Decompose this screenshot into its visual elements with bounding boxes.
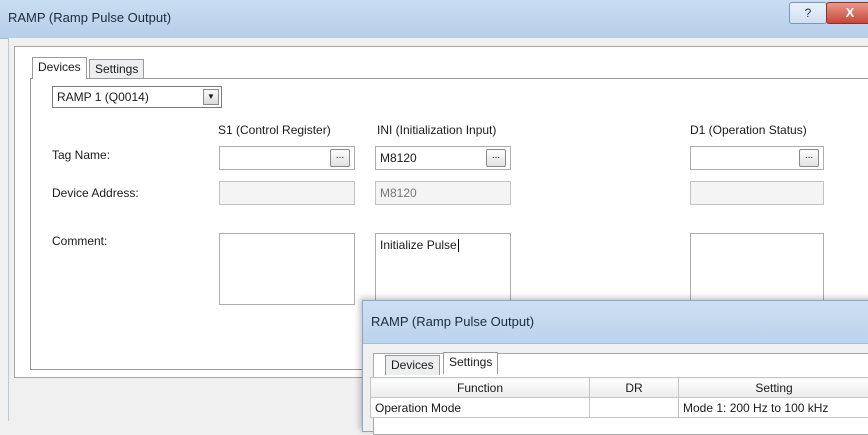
- grid-header-row: Function DR Setting: [371, 378, 868, 398]
- tag-name-label: Tag Name:: [52, 148, 110, 162]
- column-header-ini: INI (Initialization Input): [377, 123, 496, 137]
- tab-settings[interactable]: Settings: [89, 59, 144, 79]
- close-button[interactable]: X: [826, 2, 868, 24]
- grid-header-setting[interactable]: Setting: [679, 378, 868, 398]
- ini-browse-button[interactable]: ...: [486, 149, 506, 167]
- settings-title-bar: RAMP (Ramp Pulse Output): [363, 301, 868, 344]
- ini-device-address-field: M8120: [375, 181, 511, 205]
- settings-window-title: RAMP (Ramp Pulse Output): [371, 314, 534, 329]
- ini-comment-text: Initialize Pulse: [380, 238, 459, 252]
- title-bar: RAMP (Ramp Pulse Output) ? X: [0, 0, 868, 39]
- ini-comment-field[interactable]: Initialize Pulse: [375, 233, 511, 305]
- help-button[interactable]: ?: [789, 2, 827, 24]
- settings-tab-settings[interactable]: Settings: [443, 352, 498, 374]
- grid-cell-setting[interactable]: Mode 1: 200 Hz to 100 kHz: [679, 398, 868, 418]
- settings-tab-devices[interactable]: Devices: [385, 355, 440, 375]
- s1-device-address-field: [219, 181, 355, 205]
- device-address-label: Device Address:: [52, 186, 139, 200]
- tab-devices[interactable]: Devices: [32, 57, 87, 79]
- grid-cell-dr[interactable]: [590, 398, 679, 418]
- s1-tag-name-field[interactable]: ...: [219, 146, 355, 170]
- device-select[interactable]: RAMP 1 (Q0014) ▼: [52, 86, 222, 108]
- d1-comment-field[interactable]: [690, 233, 824, 305]
- chevron-down-icon[interactable]: ▼: [203, 89, 219, 105]
- settings-grid: Function DR Setting Operation Mode Mode …: [370, 377, 868, 418]
- ini-device-address-value: M8120: [380, 186, 417, 200]
- grid-cell-function[interactable]: Operation Mode: [371, 398, 590, 418]
- s1-comment-field[interactable]: [219, 233, 355, 305]
- device-select-value: RAMP 1 (Q0014): [57, 90, 149, 104]
- s1-browse-button[interactable]: ...: [330, 149, 350, 167]
- column-header-d1: D1 (Operation Status): [690, 123, 807, 137]
- d1-tag-name-field[interactable]: ...: [690, 146, 824, 170]
- grid-header-dr[interactable]: DR: [590, 378, 679, 398]
- d1-browse-button[interactable]: ...: [799, 149, 819, 167]
- d1-device-address-field: [690, 181, 824, 205]
- window-title: RAMP (Ramp Pulse Output): [8, 10, 171, 25]
- column-header-s1: S1 (Control Register): [218, 123, 331, 137]
- text-caret: [458, 239, 459, 252]
- comment-label: Comment:: [52, 234, 107, 248]
- ini-tag-name-value: M8120: [380, 151, 417, 165]
- ini-comment-value: Initialize Pulse: [380, 238, 457, 252]
- grid-header-function[interactable]: Function: [371, 378, 590, 398]
- ini-tag-name-field[interactable]: M8120 ...: [375, 146, 511, 170]
- table-row[interactable]: Operation Mode Mode 1: 200 Hz to 100 kHz: [371, 398, 868, 418]
